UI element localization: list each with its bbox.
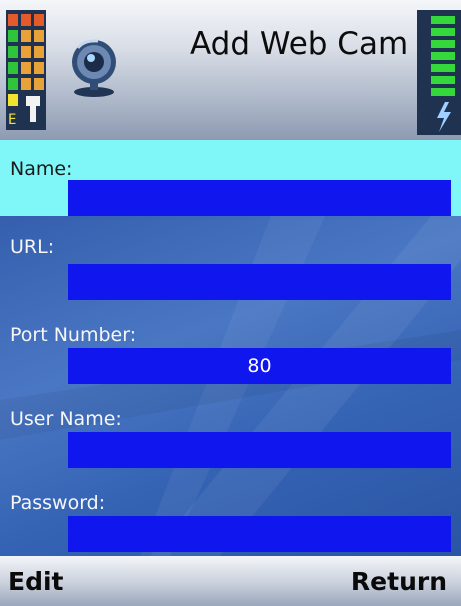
name-input[interactable] [68,180,451,216]
password-field[interactable]: Password: [0,468,461,556]
page-title: Add Web Cam [190,26,409,62]
svg-text:E: E [8,112,16,128]
title-bar: E Add Web Cam [0,0,461,140]
name-label: Name: [10,158,73,180]
user-name-input[interactable] [68,432,451,468]
url-field[interactable]: URL: [0,216,461,300]
name-field[interactable]: Name: [0,140,461,216]
user-name-label: User Name: [10,408,122,430]
return-softkey[interactable]: Return [351,567,447,596]
url-input[interactable] [68,264,451,300]
port-number-input[interactable]: 80 [68,348,451,384]
battery-icon [417,10,461,135]
user-name-field[interactable]: User Name: [0,384,461,468]
softkey-bar: Edit Return [0,556,461,606]
signal-strength-icon: E [6,10,46,130]
webcam-icon [72,39,116,97]
url-label: URL: [10,236,55,258]
password-label: Password: [10,492,106,514]
port-number-field[interactable]: Port Number: 80 [0,300,461,384]
port-number-label: Port Number: [10,324,137,346]
edit-softkey[interactable]: Edit [8,567,64,596]
password-input[interactable] [68,516,451,552]
form-area: Name: URL: Port Number: 80 User Name: Pa… [0,140,461,556]
